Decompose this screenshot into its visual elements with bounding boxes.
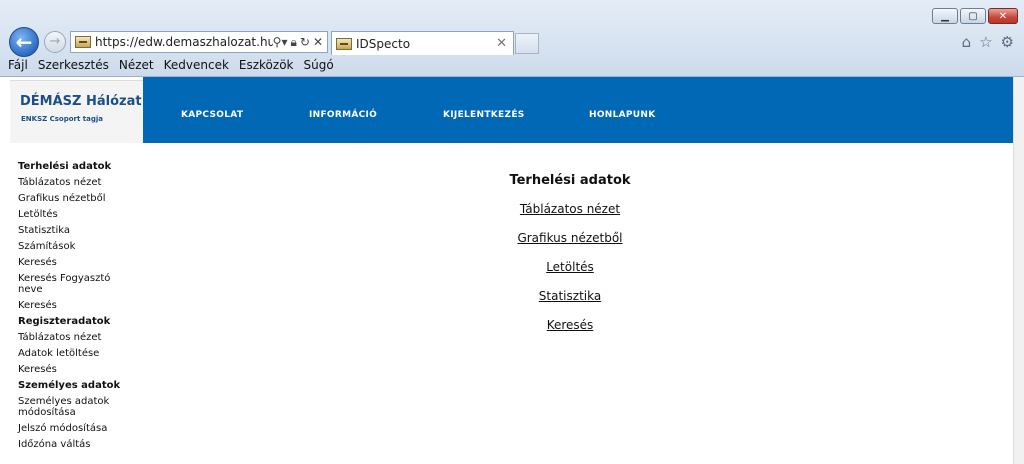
- menu-file[interactable]: Fájl: [8, 57, 28, 75]
- sidebar-item-reg-tablazatos[interactable]: Táblázatos nézet: [18, 332, 138, 343]
- minimize-button[interactable]: ▁: [932, 8, 958, 24]
- link-grafikus[interactable]: Grafikus nézetből: [470, 231, 670, 245]
- home-icon[interactable]: ⌂: [962, 33, 972, 51]
- search-icon[interactable]: ⚲▾: [273, 35, 288, 50]
- address-bar[interactable]: https://edw.demaszhalozat.hu/ ⚲▾ 🔒︎ ↻ ✕: [70, 31, 328, 53]
- refresh-icon[interactable]: ↻: [300, 35, 310, 50]
- menu-favorites[interactable]: Kedvencek: [164, 57, 229, 75]
- site-logo[interactable]: DÉMÁSZ Hálózat ENKSZ Csoport tagja: [10, 80, 143, 143]
- site-favicon-icon: [75, 36, 91, 48]
- link-statisztika[interactable]: Statisztika: [470, 289, 670, 303]
- web-page: DÉMÁSZ Hálózat ENKSZ Csoport tagja KAPCS…: [0, 77, 1024, 464]
- forward-button[interactable]: →: [44, 31, 66, 53]
- stop-icon[interactable]: ✕: [313, 35, 323, 50]
- sidebar-item-szemelyes-modositas[interactable]: Személyes adatok módosítása: [18, 396, 118, 418]
- sidebar-item-reg-kereses[interactable]: Keresés: [18, 364, 138, 375]
- sidebar-item-kereses[interactable]: Keresés: [18, 257, 138, 268]
- nav-kapcsolat[interactable]: KAPCSOLAT: [181, 110, 243, 120]
- menu-edit[interactable]: Szerkesztés: [38, 57, 109, 75]
- browser-chrome: ▁ ▢ ✕ ← → https://edw.demaszhalozat.hu/ …: [0, 0, 1024, 77]
- menu-view[interactable]: Nézet: [119, 57, 154, 75]
- nav-kijelentkezes[interactable]: KIJELENTKEZÉS: [443, 110, 525, 120]
- sidebar-item-tablazatos[interactable]: Táblázatos nézet: [18, 177, 138, 188]
- link-tablazatos[interactable]: Táblázatos nézet: [470, 202, 670, 216]
- nav-informacio[interactable]: INFORMÁCIÓ: [309, 110, 377, 120]
- sidebar-item-grafikus[interactable]: Grafikus nézetből: [18, 193, 138, 204]
- sidebar-item-jelszo[interactable]: Jelszó módosítása: [18, 423, 138, 434]
- close-window-button[interactable]: ✕: [988, 8, 1018, 24]
- sidebar-item-idozona[interactable]: Időzóna váltás: [18, 439, 138, 450]
- tab-close-icon[interactable]: ✕: [496, 36, 513, 51]
- new-tab-button[interactable]: [515, 33, 539, 54]
- sidebar-heading-terhelesi: Terhelési adatok: [18, 161, 112, 172]
- scrollbar[interactable]: [1013, 77, 1024, 464]
- top-navigation: KAPCSOLAT INFORMÁCIÓ KIJELENTKEZÉS HONLA…: [143, 77, 1014, 143]
- window-controls: ▁ ▢ ✕: [932, 8, 1018, 24]
- sidebar-item-kereses-fogyaszto[interactable]: Keresés Fogyasztó neve: [18, 273, 123, 295]
- tab-title: IDSpecto: [356, 36, 411, 51]
- address-url[interactable]: https://edw.demaszhalozat.hu/: [95, 35, 273, 49]
- sidebar-heading-szemelyes: Személyes adatok: [18, 380, 121, 391]
- menu-tools[interactable]: Eszközök: [239, 57, 294, 75]
- nav-honlapunk[interactable]: HONLAPUNK: [589, 110, 656, 120]
- address-actions: ⚲▾ 🔒︎ ↻ ✕: [273, 35, 327, 50]
- menu-help[interactable]: Súgó: [304, 57, 334, 75]
- site-favicon-icon: [336, 37, 352, 50]
- browser-tools: ⌂ ☆ ⚙: [962, 33, 1014, 51]
- link-letoltes[interactable]: Letöltés: [470, 260, 670, 274]
- sidebar-item-szamitasok[interactable]: Számítások: [18, 241, 138, 252]
- menu-bar: Fájl Szerkesztés Nézet Kedvencek Eszközö…: [0, 57, 1024, 75]
- sidebar-heading-regiszter: Regiszteradatok: [18, 316, 111, 327]
- lock-icon[interactable]: 🔒︎: [290, 35, 296, 50]
- arrow-right-icon: →: [49, 34, 61, 49]
- sidebar-item-statisztika[interactable]: Statisztika: [18, 225, 138, 236]
- sidebar-item-kereses-2[interactable]: Keresés: [18, 300, 138, 311]
- sidebar-item-adatok-letoltese[interactable]: Adatok letöltése: [18, 348, 138, 359]
- link-kereses[interactable]: Keresés: [470, 318, 670, 332]
- tab-idspecto[interactable]: IDSpecto ✕: [331, 31, 514, 55]
- back-button[interactable]: ←: [9, 27, 39, 57]
- star-icon[interactable]: ☆: [979, 33, 992, 51]
- gear-icon[interactable]: ⚙: [1001, 33, 1014, 51]
- arrow-left-icon: ←: [15, 30, 33, 54]
- brand-subtitle: ENKSZ Csoport tagja: [21, 115, 103, 123]
- sidebar: Terhelési adatok Táblázatos nézet Grafik…: [18, 161, 138, 455]
- brand-name: DÉMÁSZ Hálózat: [20, 94, 142, 109]
- sidebar-item-letoltes[interactable]: Letöltés: [18, 209, 138, 220]
- page-title: Terhelési adatok: [509, 173, 631, 188]
- maximize-button[interactable]: ▢: [960, 8, 986, 24]
